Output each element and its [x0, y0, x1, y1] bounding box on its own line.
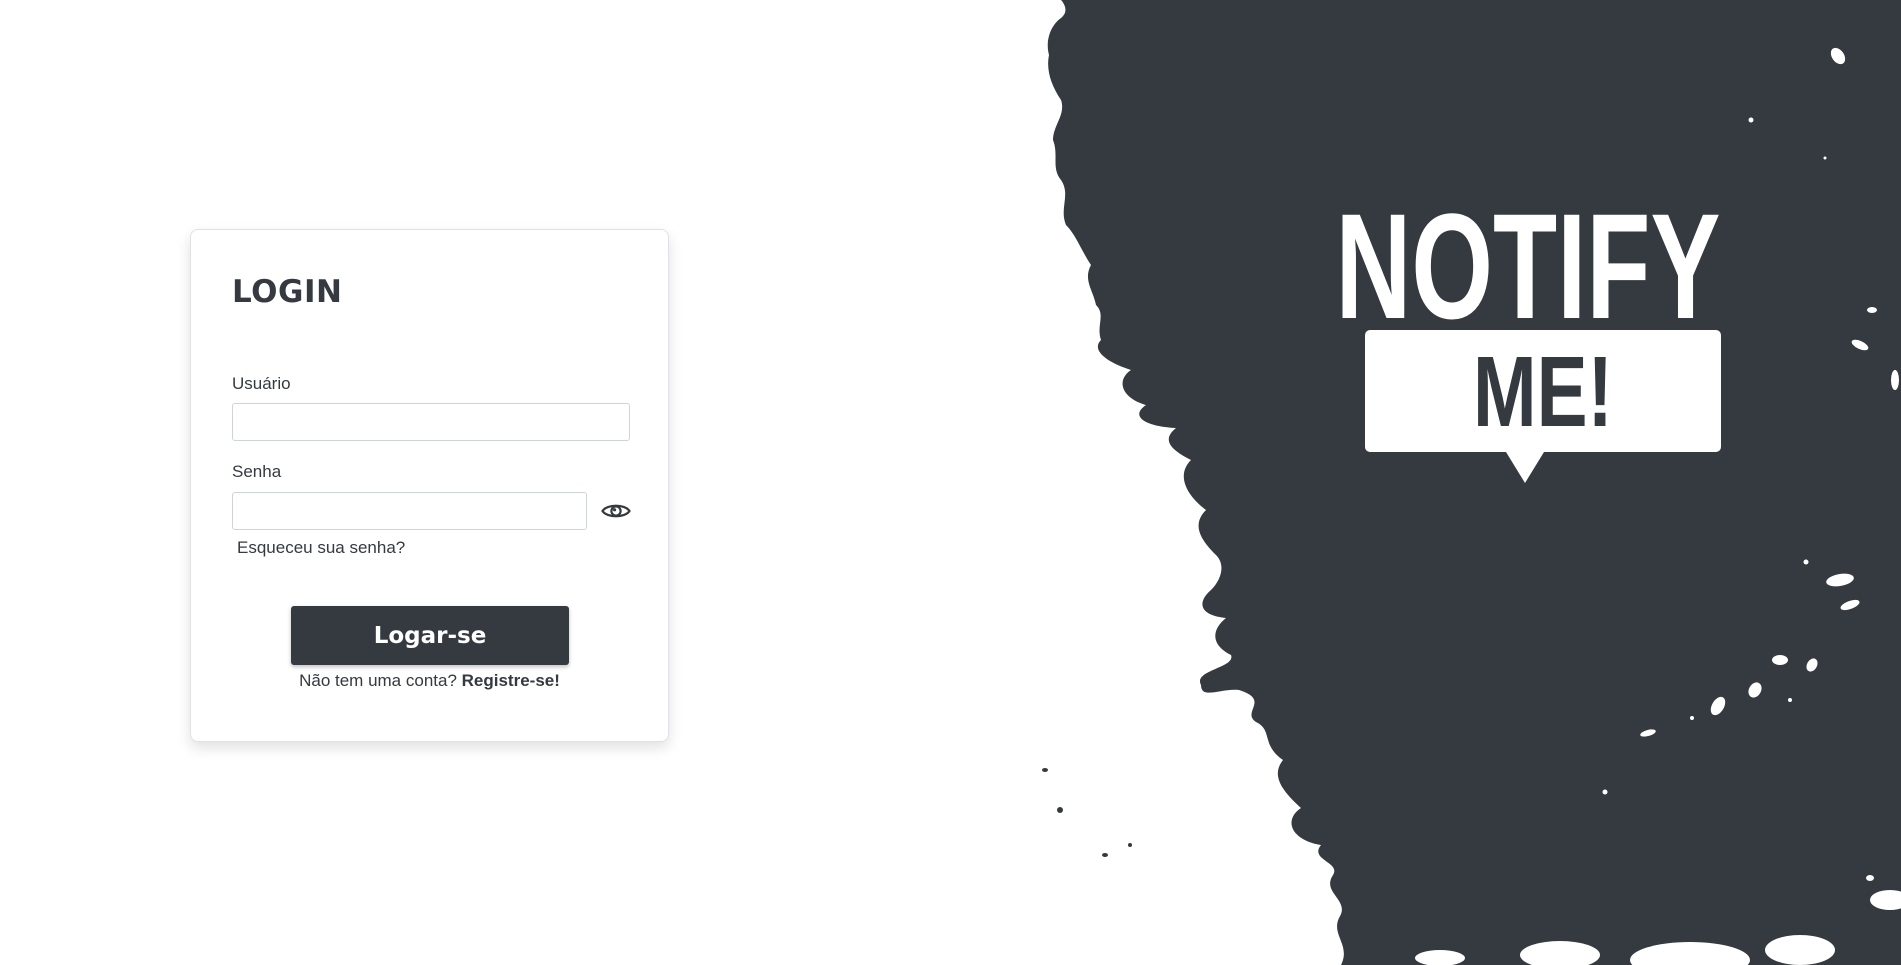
notify-me-logo: NOTIFY ME! [1336, 182, 1721, 483]
ink-splash-shape [1047, 0, 1901, 965]
password-input[interactable] [232, 492, 587, 530]
login-button[interactable]: Logar-se [291, 606, 569, 665]
username-input[interactable] [232, 403, 630, 441]
login-page: LOGIN Usuário Senha Esqueceu sua senha? … [0, 0, 1901, 965]
register-prompt-text: Não tem uma conta? [299, 671, 457, 690]
username-label: Usuário [232, 374, 291, 393]
forgot-password-link[interactable]: Esqueceu sua senha? [237, 538, 405, 558]
register-prompt: Não tem uma conta? Registre-se! [191, 671, 668, 691]
eye-icon[interactable] [600, 496, 632, 526]
logo-line2: ME! [1473, 336, 1613, 448]
login-title: LOGIN [232, 274, 343, 310]
notify-me-splash: NOTIFY ME! [1042, 0, 1901, 965]
register-link[interactable]: Registre-se! [462, 671, 560, 690]
logo-line1: NOTIFY [1336, 182, 1721, 350]
login-card: LOGIN Usuário Senha Esqueceu sua senha? … [190, 229, 669, 742]
password-label: Senha [232, 462, 282, 481]
